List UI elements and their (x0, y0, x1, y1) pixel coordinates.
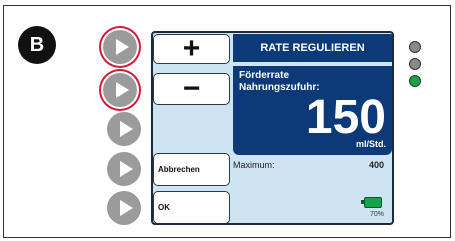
minus-button[interactable]: − (153, 73, 230, 105)
pump-screen: + − Abbrechen OK RATE REGULIEREN Förderr… (151, 31, 394, 225)
battery-icon (361, 197, 382, 208)
rate-value: 150 (305, 91, 386, 144)
screen-title-text: RATE REGULIEREN (260, 42, 365, 54)
status-led-2-icon (409, 58, 421, 70)
cancel-button[interactable]: Abbrechen (153, 153, 230, 186)
softkey-4-play-icon[interactable] (107, 152, 141, 186)
rate-panel: Förderrate Nahrungszufuhr: 150 ml/Std. (233, 66, 392, 155)
plus-button[interactable]: + (153, 34, 230, 64)
step-label: B (29, 33, 45, 56)
status-led-1-icon (409, 41, 421, 53)
cancel-label: Abbrechen (158, 165, 200, 174)
ok-button[interactable]: OK (153, 191, 230, 223)
screen-title: RATE REGULIEREN (233, 34, 392, 62)
ok-label: OK (158, 203, 170, 212)
rate-label-line1: Förderrate (239, 70, 290, 81)
maximum-label: Maximum: (233, 160, 275, 170)
rate-unit: ml/Std. (355, 139, 386, 149)
softkey-1-play-icon[interactable] (103, 30, 137, 64)
plus-label: + (182, 32, 201, 65)
minus-label: − (182, 72, 201, 105)
step-badge: B (18, 26, 56, 64)
battery-percent: 70% (369, 211, 384, 218)
maximum-value: 400 (368, 160, 384, 170)
status-led-3-icon (409, 75, 421, 87)
softkey-2-play-icon[interactable] (103, 73, 137, 107)
softkey-5-play-icon[interactable] (107, 191, 141, 225)
softkey-3-play-icon[interactable] (107, 112, 141, 146)
